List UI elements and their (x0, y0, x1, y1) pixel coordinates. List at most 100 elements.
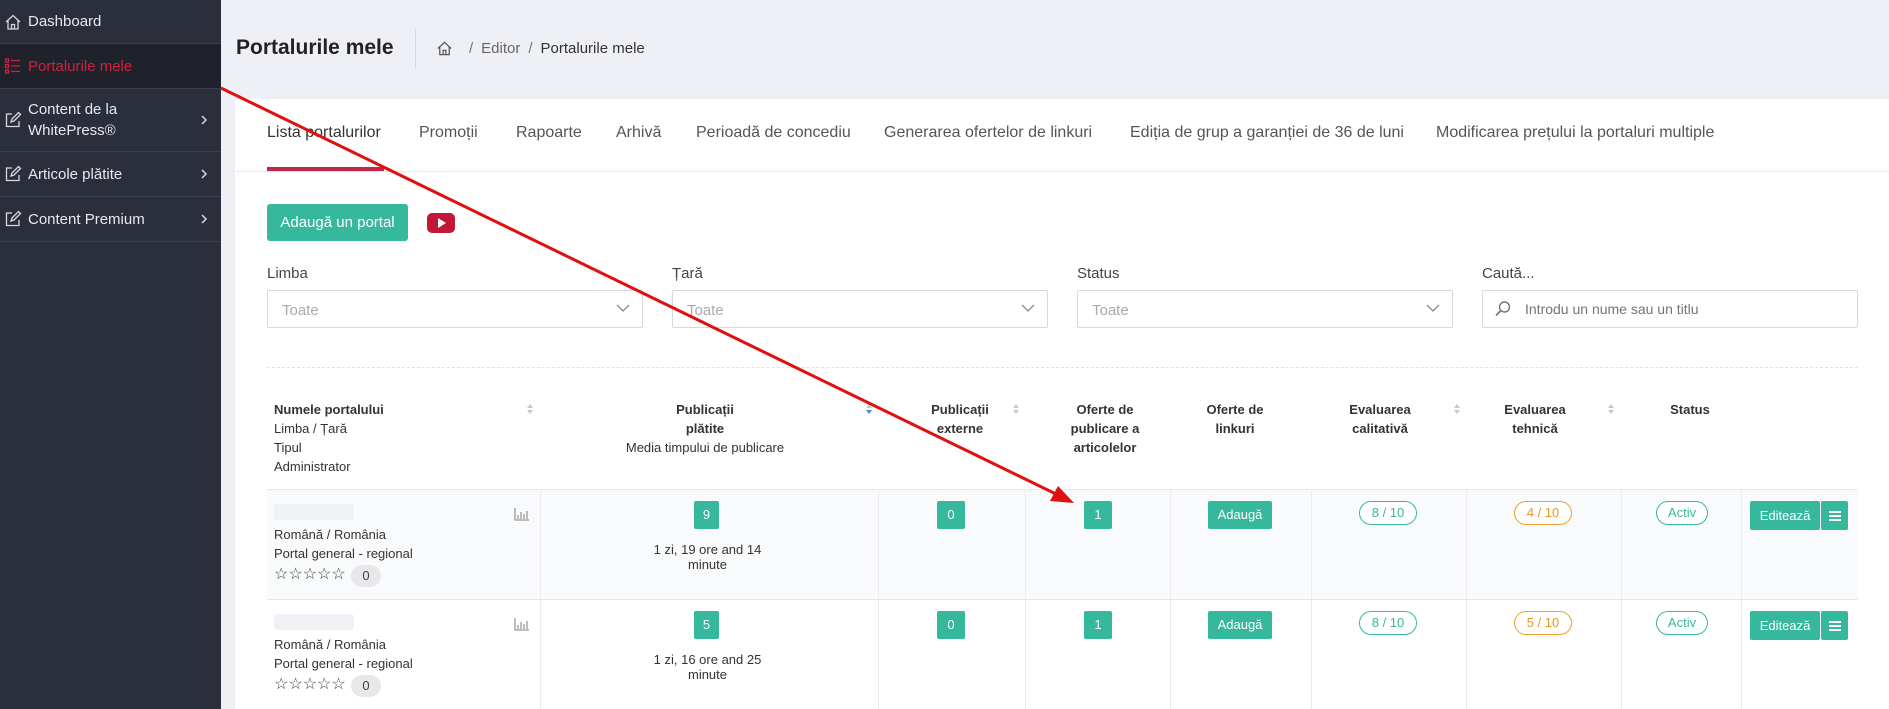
page-title: Portalurile mele (236, 36, 394, 59)
article-offers-badge[interactable]: 1 (1084, 501, 1112, 529)
column-divider (1311, 489, 1312, 709)
tab-link-offers[interactable]: Generarea ofertelor de linkuri (884, 124, 1092, 142)
portal-name[interactable] (274, 614, 354, 630)
quality-rating-badge: 8 / 10 (1359, 501, 1417, 525)
paid-publications-badge[interactable]: 5 (694, 611, 719, 639)
column-divider (1025, 489, 1026, 709)
chevron-down-icon (616, 304, 630, 312)
bar-chart-icon[interactable] (514, 507, 530, 521)
sort-desc-icon[interactable] (865, 403, 873, 415)
sidebar-item-whitepress-content[interactable]: Content de la WhitePress® (0, 89, 221, 152)
edit-button[interactable]: Editează (1750, 501, 1820, 530)
tab-promotions[interactable]: Promoții (419, 124, 478, 142)
filter-language-label: Limba (267, 265, 308, 282)
paid-publications-badge[interactable]: 9 (694, 501, 719, 529)
menu-icon[interactable] (1821, 611, 1848, 640)
th-article-offers: Oferte de publicare a articolelor (1070, 402, 1140, 455)
sidebar-item-label: Dashboard (28, 13, 102, 30)
search-input[interactable] (1482, 290, 1858, 328)
filter-search-label: Caută... (1482, 265, 1535, 282)
article-offers-badge[interactable]: 1 (1084, 611, 1112, 639)
breadcrumb-separator: / (469, 40, 474, 57)
sort-icon[interactable] (1607, 403, 1615, 415)
portal-type: Portal general - regional (274, 656, 413, 671)
sidebar-item-premium-content[interactable]: Content Premium (0, 197, 221, 242)
review-count: 0 (351, 565, 381, 587)
youtube-icon[interactable] (427, 213, 455, 233)
filter-status-label: Status (1077, 265, 1120, 282)
sidebar-item-label: Portalurile mele (28, 57, 133, 75)
sort-icon[interactable] (1012, 403, 1020, 415)
tab-archive[interactable]: Arhivă (616, 124, 661, 142)
th-quality-rating[interactable]: Evaluarea calitativă (1320, 400, 1440, 438)
filter-country-label: Țară (672, 265, 703, 282)
language-select[interactable]: Toate (267, 290, 643, 328)
avg-publication-time: 1 zi, 19 ore and 14 minute (653, 542, 762, 572)
chevron-right-icon (201, 214, 208, 224)
add-link-offer-button[interactable]: Adaugă (1208, 611, 1272, 639)
breadcrumb-editor[interactable]: Editor (481, 40, 520, 57)
menu-icon[interactable] (1821, 501, 1848, 530)
breadcrumb-current: Portalurile mele (540, 40, 645, 57)
tab-group-guarantee[interactable]: Ediția de grup a garanției de 36 de luni (1130, 124, 1404, 142)
status-select[interactable]: Toate (1077, 290, 1453, 328)
tab-portal-list[interactable]: Lista portalurilor (267, 124, 381, 142)
chevron-down-icon (1426, 304, 1440, 312)
status-badge: Activ (1656, 611, 1708, 635)
th-external-publications[interactable]: Publicații externe (895, 400, 1025, 438)
active-tab-indicator (267, 167, 384, 171)
external-publications-badge[interactable]: 0 (937, 501, 965, 529)
breadcrumb: / Editor / Portalurile mele (436, 40, 645, 57)
column-divider (540, 489, 541, 709)
sort-icon[interactable] (1453, 403, 1461, 415)
add-portal-button[interactable]: Adaugă un portal (267, 204, 408, 241)
add-link-offer-button[interactable]: Adaugă (1208, 501, 1272, 529)
th-technical-rating[interactable]: Evaluarea tehnică (1475, 400, 1595, 438)
portal-type: Portal general - regional (274, 546, 413, 561)
status-badge: Activ (1656, 501, 1708, 525)
rating-stars-icon: ☆☆☆☆☆ (274, 566, 346, 583)
table-row (267, 599, 1858, 709)
external-publications-badge[interactable]: 0 (937, 611, 965, 639)
sort-icon[interactable] (526, 403, 534, 415)
rating-stars-icon: ☆☆☆☆☆ (274, 676, 346, 693)
quality-rating-badge: 8 / 10 (1359, 611, 1417, 635)
technical-rating-badge: 4 / 10 (1514, 501, 1572, 525)
sidebar: Dashboard Portalurile mele Content de la… (0, 0, 221, 709)
sidebar-item-my-portals[interactable]: Portalurile mele (0, 44, 221, 89)
portal-name[interactable] (274, 504, 354, 520)
th-portal[interactable]: Numele portalului Limba / Țară Tipul Adm… (274, 400, 384, 476)
edit-icon (4, 111, 22, 129)
bar-chart-icon[interactable] (514, 617, 530, 631)
review-count: 0 (351, 675, 381, 697)
chevron-right-icon (201, 115, 208, 125)
list-icon (4, 57, 22, 75)
tab-bulk-price-change[interactable]: Modificarea prețului la portaluri multip… (1436, 124, 1714, 142)
technical-rating-badge: 5 / 10 (1514, 611, 1572, 635)
sidebar-item-label: Content Premium (28, 210, 145, 228)
chevron-down-icon (1021, 304, 1035, 312)
th-status: Status (1670, 402, 1710, 417)
tab-vacation-period[interactable]: Perioadă de concediu (696, 124, 851, 142)
country-select[interactable]: Toate (672, 290, 1048, 328)
edit-icon (4, 210, 22, 228)
lang-country: Română / România (274, 527, 386, 542)
home-icon[interactable] (436, 40, 453, 57)
sidebar-item-label: Content de la WhitePress® (28, 101, 118, 139)
filters-divider (267, 367, 1858, 368)
title-divider (415, 29, 416, 69)
column-divider (1741, 489, 1742, 709)
edit-icon (4, 165, 22, 183)
search-icon (1495, 301, 1511, 317)
th-link-offers: Oferte de linkuri (1206, 402, 1264, 436)
th-paid-publications[interactable]: Publicații plătite Media timpului de pub… (615, 400, 795, 457)
edit-button[interactable]: Editează (1750, 611, 1820, 640)
column-divider (878, 489, 879, 709)
main-card: Lista portalurilor Promoții Rapoarte Arh… (235, 99, 1889, 709)
tab-reports[interactable]: Rapoarte (516, 124, 582, 142)
sidebar-item-dashboard[interactable]: Dashboard (0, 0, 221, 44)
column-divider (1466, 489, 1467, 709)
sidebar-item-paid-articles[interactable]: Articole plătite (0, 152, 221, 197)
column-divider (1621, 489, 1622, 709)
sidebar-item-label: Articole plătite (28, 165, 123, 183)
